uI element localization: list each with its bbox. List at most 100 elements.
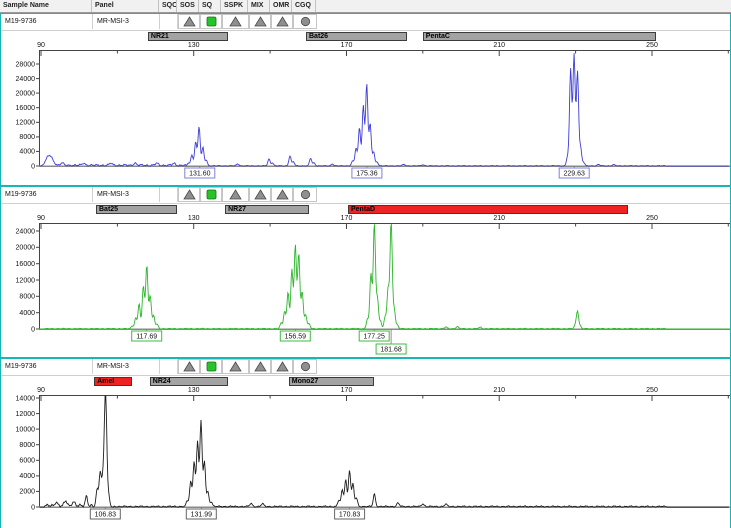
electropherogram-plot[interactable]: 04000800012000160002000024000117.69156.5…: [1, 223, 730, 357]
column-header-sspk[interactable]: SSPK: [221, 0, 248, 12]
x-axis-labels: 90130170210250: [1, 387, 730, 395]
sample-name: M19-9736: [5, 191, 37, 198]
x-axis-tick-label: 170: [335, 215, 359, 223]
sample-name-cell[interactable]: M19-9736: [1, 14, 93, 29]
svg-text:170.83: 170.83: [339, 512, 361, 519]
x-axis-tick-label: 170: [335, 42, 359, 50]
flag-cell-sos[interactable]: [178, 359, 200, 374]
svg-text:4000: 4000: [19, 310, 35, 317]
panel-name: MR-MSI-3: [97, 18, 129, 25]
flag-cell-mix[interactable]: [249, 187, 271, 202]
flag-cell-cgq[interactable]: [293, 359, 317, 374]
peak-size-label[interactable]: 229.63: [559, 168, 589, 178]
plot-canvas: 02000400060008000100001200014000106.8313…: [1, 395, 730, 522]
column-header-omr[interactable]: OMR: [270, 0, 292, 12]
flag-cell-mix[interactable]: [249, 14, 271, 29]
svg-text:8000: 8000: [19, 294, 35, 301]
triangle-icon: [254, 189, 267, 200]
electropherogram-plot[interactable]: 02000400060008000100001200014000106.8313…: [1, 395, 730, 522]
triangle-icon: [183, 16, 196, 27]
svg-text:106.83: 106.83: [95, 512, 117, 519]
triangle-icon: [183, 189, 196, 200]
sample-name-cell[interactable]: M19-9736: [1, 187, 93, 202]
flag-cell-sspk[interactable]: [222, 187, 249, 202]
peak-size-label[interactable]: 156.59: [280, 331, 310, 341]
svg-text:16000: 16000: [16, 105, 36, 112]
flag-cell-cgq[interactable]: [293, 187, 317, 202]
svg-text:24000: 24000: [16, 76, 36, 83]
flag-cell-mix[interactable]: [249, 359, 271, 374]
fragment-analysis-window: Sample NamePanelSQOSOSSQSSPKMIXOMRCGQ M1…: [0, 0, 731, 528]
triangle-icon: [276, 189, 289, 200]
marker-bar-nr24: NR24: [150, 377, 228, 386]
svg-text:20000: 20000: [16, 90, 36, 97]
triangle-icon: [254, 16, 267, 27]
sample-info-row: M19-9736 MR-MSI-3: [1, 187, 730, 204]
flag-cell-sq[interactable]: [200, 187, 222, 202]
panel-name-cell[interactable]: MR-MSI-3: [93, 187, 160, 202]
marker-bar-nr21: NR21: [148, 32, 228, 41]
flag-cell-omr[interactable]: [271, 14, 293, 29]
sample-plot-panel-2[interactable]: M19-9736 MR-MSI-3 Bat25NR27PentaD 901301…: [0, 186, 731, 358]
marker-bar-mono27: Mono27: [289, 377, 374, 386]
x-axis-labels: 90130170210250: [1, 42, 730, 50]
peak-size-label[interactable]: 170.83: [335, 509, 365, 519]
column-header-mix[interactable]: MIX: [248, 0, 270, 12]
column-header-panel[interactable]: Panel: [92, 0, 159, 12]
flag-cell-sspk[interactable]: [222, 14, 249, 29]
triangle-icon: [229, 361, 242, 372]
triangle-icon: [254, 361, 267, 372]
electropherogram-plot[interactable]: 0400080001200016000200002400028000131.60…: [1, 50, 730, 181]
peak-size-label[interactable]: 131.99: [186, 509, 216, 519]
peak-size-label[interactable]: 177.25: [359, 331, 389, 341]
svg-text:2000: 2000: [19, 489, 35, 496]
column-header-cgq[interactable]: CGQ: [292, 0, 316, 12]
flag-cell-sos[interactable]: [178, 14, 200, 29]
panel-name-cell[interactable]: MR-MSI-3: [93, 359, 160, 374]
electropherogram-trace: [40, 53, 729, 166]
sample-info-row: M19-9736 MR-MSI-3: [1, 359, 730, 376]
flag-cell-sq[interactable]: [200, 359, 222, 374]
sample-plot-panel-3[interactable]: M19-9736 MR-MSI-3 AmelNR24Mono27 9013017…: [0, 358, 731, 528]
circle-icon: [300, 189, 311, 200]
x-axis-tick-label: 90: [29, 215, 53, 223]
sample-plot-panel-1[interactable]: M19-9736 MR-MSI-3 NR21Bat26PentaC 901301…: [0, 13, 731, 186]
column-header-sqo[interactable]: SQO: [159, 0, 177, 12]
x-axis-tick-label: 170: [335, 387, 359, 395]
green-square-icon: [206, 361, 217, 372]
peak-size-label[interactable]: 131.60: [185, 168, 215, 178]
panel-name-cell[interactable]: MR-MSI-3: [93, 14, 160, 29]
peak-size-label[interactable]: 106.83: [90, 509, 120, 519]
peak-size-label[interactable]: 175.36: [352, 168, 382, 178]
sample-name-cell[interactable]: M19-9736: [1, 359, 93, 374]
triangle-icon: [183, 361, 196, 372]
svg-text:12000: 12000: [16, 120, 36, 127]
svg-text:10000: 10000: [16, 426, 36, 433]
panel-name: MR-MSI-3: [97, 191, 129, 198]
svg-text:177.25: 177.25: [363, 334, 385, 341]
x-axis-tick-label: 130: [182, 215, 206, 223]
x-axis-tick-label: 210: [487, 42, 511, 50]
flag-cell-omr[interactable]: [271, 187, 293, 202]
green-square-icon: [206, 189, 217, 200]
marker-bar-pentad: PentaD: [348, 205, 628, 214]
peak-size-label[interactable]: 117.69: [132, 331, 162, 341]
column-header-sq[interactable]: SQ: [199, 0, 221, 12]
flag-cell-omr[interactable]: [271, 359, 293, 374]
flag-cell-sspk[interactable]: [222, 359, 249, 374]
flag-cell-sos[interactable]: [178, 187, 200, 202]
peak-size-label[interactable]: 181.68: [376, 344, 406, 354]
flag-cell-cgq[interactable]: [293, 14, 317, 29]
column-header-sample-name[interactable]: Sample Name: [0, 0, 92, 12]
svg-text:156.59: 156.59: [285, 334, 307, 341]
triangle-icon: [276, 361, 289, 372]
svg-text:4000: 4000: [19, 473, 35, 480]
x-axis-tick-label: 210: [487, 215, 511, 223]
x-axis-tick-label: 250: [640, 387, 664, 395]
x-axis-tick-label: 90: [29, 42, 53, 50]
plot-canvas: 04000800012000160002000024000117.69156.5…: [1, 223, 730, 357]
flag-cell-sq[interactable]: [200, 14, 222, 29]
column-header-sos[interactable]: SOS: [177, 0, 199, 12]
sqo-cell: [160, 14, 178, 29]
svg-text:229.63: 229.63: [563, 171, 585, 178]
